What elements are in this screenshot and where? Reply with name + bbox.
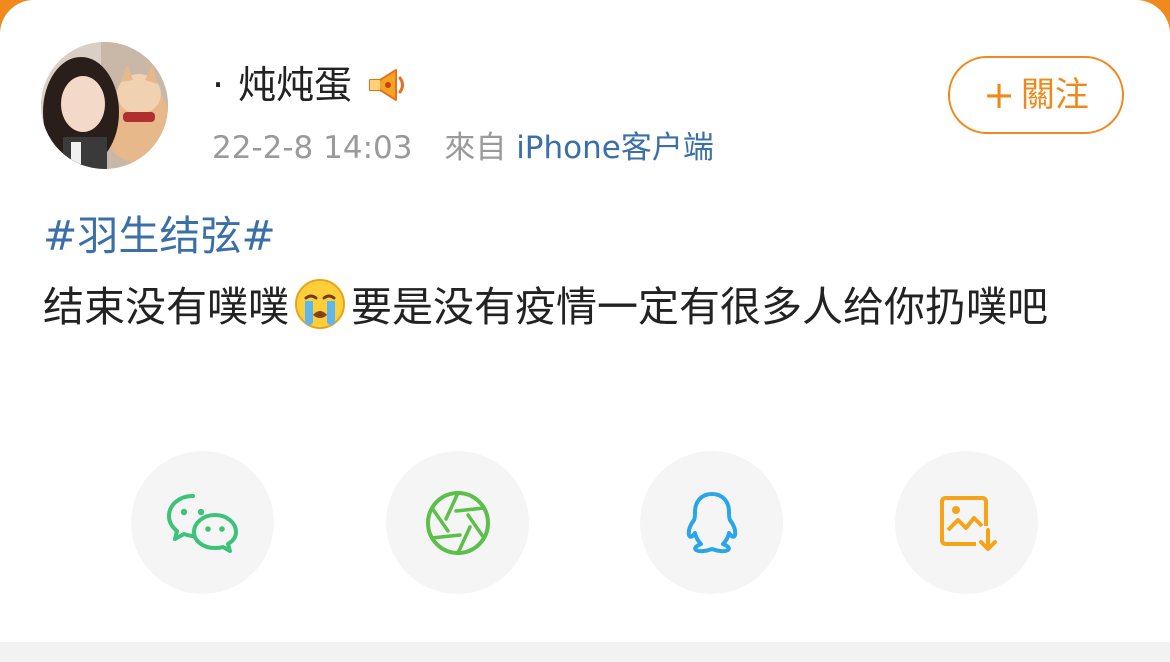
crying-face-emoji [293,277,347,331]
qq-icon [686,491,737,553]
save-image-icon [939,495,997,551]
post-text-part1: 结束没有噗噗 [43,283,289,331]
post-content: 结束没有噗噗 要是没有疫情一定有很多人给你扔噗吧 [43,270,1123,344]
hashtag-link[interactable]: #羽生结弦# [43,208,276,264]
follow-label: 關注 [1020,75,1089,115]
wechat-icon [166,493,238,553]
share-wechat-button[interactable] [131,451,274,594]
plus-icon: + [983,73,1015,117]
share-qq-button[interactable] [640,451,783,594]
share-moments-button[interactable] [386,451,529,594]
post-meta: 22-2-8 14:03 來自 iPhone客户端 [212,126,714,170]
follow-button[interactable]: + 關注 [948,56,1124,134]
avatar-image [41,42,168,169]
post-card: · 炖炖蛋 22-2-8 14:03 來自 iPhone客户端 + 關注 #羽生… [0,0,1170,642]
megaphone-icon [364,62,410,108]
wechat-moments-icon [425,490,490,555]
username[interactable]: · 炖炖蛋 [212,60,410,110]
post-source[interactable]: iPhone客户端 [516,130,714,166]
bottom-divider [0,642,1170,662]
post-text-part2: 要是没有疫情一定有很多人给你扔噗吧 [351,283,1048,331]
avatar[interactable] [41,42,168,169]
from-label: 來自 [444,130,507,166]
save-image-button[interactable] [895,451,1038,594]
post-time: 22-2-8 14:03 [212,130,413,166]
username-text: 炖炖蛋 [238,63,353,107]
username-prefix: · [212,63,225,107]
